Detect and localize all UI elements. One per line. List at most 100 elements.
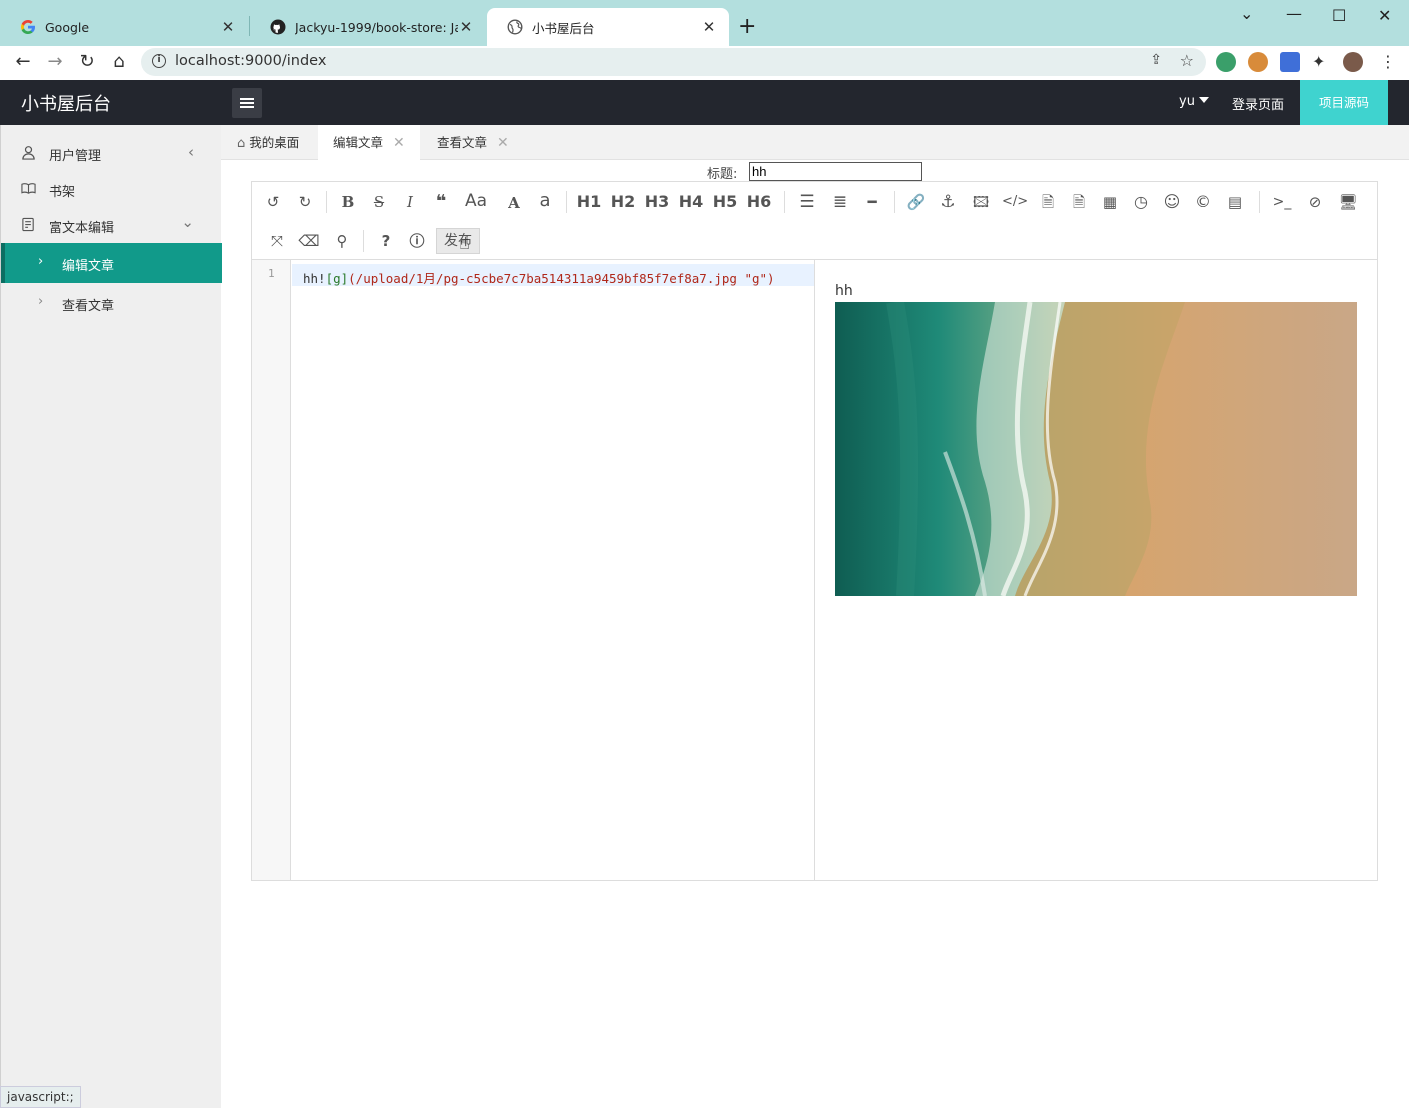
sidebar-item-rich-text[interactable]: 富文本编辑 ⌄ xyxy=(1,206,222,244)
publish-button[interactable]: 发布 xyxy=(436,228,480,254)
preview-image xyxy=(835,302,1357,596)
close-icon[interactable]: ✕ xyxy=(458,18,474,36)
menu-kebab-icon[interactable]: ⋮ xyxy=(1378,52,1398,72)
lowercase-icon[interactable]: a xyxy=(532,188,558,214)
close-icon[interactable]: ✕ xyxy=(497,135,509,151)
close-icon[interactable]: ✕ xyxy=(701,18,717,36)
code-image-alt: [g] xyxy=(325,271,349,286)
tab-edit-article[interactable]: 编辑文章 ✕ xyxy=(318,125,420,160)
info-icon[interactable]: ⓘ xyxy=(404,228,430,254)
browser-tab-google[interactable]: Google ✕ xyxy=(0,8,248,46)
github-icon xyxy=(270,19,286,35)
tab-view-article[interactable]: 查看文章 ✕ xyxy=(437,125,509,160)
chevron-down-icon: ⌄ xyxy=(181,213,194,231)
redo-icon[interactable]: ↻ xyxy=(292,189,318,215)
horizontal-rule-icon[interactable]: ━ xyxy=(859,189,885,215)
anchor-icon[interactable]: ⚓ xyxy=(935,189,961,215)
app-header: 小书屋后台 yu 登录页面 项目源码 xyxy=(0,80,1409,125)
close-icon[interactable]: ✕ xyxy=(393,135,405,151)
browser-tab-active[interactable]: 小书屋后台 ✕ xyxy=(487,8,729,46)
user-menu[interactable]: yu xyxy=(1179,94,1209,109)
unordered-list-icon[interactable]: ☰ xyxy=(794,189,820,215)
goto-line-icon[interactable]: >_ xyxy=(1269,189,1295,215)
heading-4-icon[interactable]: H4 xyxy=(678,189,704,215)
site-info-icon[interactable]: i xyxy=(152,54,166,68)
browser-tab-title: Google xyxy=(45,19,90,35)
editor-preview-divider xyxy=(814,260,815,880)
close-window-button[interactable]: ✕ xyxy=(1378,6,1391,25)
image-icon[interactable]: 🖾 xyxy=(968,189,994,215)
heading-2-icon[interactable]: H2 xyxy=(610,189,636,215)
bookmark-star-icon[interactable]: ☆ xyxy=(1180,51,1194,70)
bold-icon[interactable]: B xyxy=(335,189,361,215)
toolbar-divider xyxy=(894,191,895,213)
font-size-icon[interactable]: A xyxy=(501,190,527,216)
sidebar-subitem-view-article[interactable]: › 查看文章 xyxy=(1,283,222,323)
sidebar-item-users[interactable]: 用户管理 ‹ xyxy=(1,134,222,172)
profile-avatar[interactable] xyxy=(1343,52,1363,72)
pagebreak-icon[interactable]: ▤ xyxy=(1222,189,1248,215)
chevron-right-icon: › xyxy=(38,254,44,269)
inline-code-icon[interactable]: </> xyxy=(1002,189,1028,215)
markdown-source-line[interactable]: hh![g](/upload/1月/pg-c5cbe7c7ba514311a94… xyxy=(303,268,775,287)
source-code-button[interactable]: 项目源码 xyxy=(1300,80,1388,125)
maximize-button[interactable]: ☐ xyxy=(1332,6,1346,25)
extension-tiger-icon[interactable] xyxy=(1248,52,1268,72)
sidebar-item-label: 用户管理 xyxy=(49,149,102,164)
new-tab-button[interactable]: + xyxy=(738,14,756,39)
address-bar-row: ← → ↻ ⌂ i localhost:9000/index ⇪ ☆ ✦ ⋮ xyxy=(0,46,1409,80)
quote-icon[interactable]: ❝ xyxy=(428,189,454,215)
sidebar-item-bookshelf[interactable]: 书架 xyxy=(1,170,222,208)
browser-tab-github[interactable]: Jackyu-1999/book-store: Java ✕ xyxy=(250,8,486,46)
user-icon xyxy=(22,146,35,160)
toggle-preview-icon[interactable]: ⊘ xyxy=(1302,189,1328,215)
login-page-link[interactable]: 登录页面 xyxy=(1232,94,1284,113)
extensions-puzzle-icon[interactable]: ✦ xyxy=(1312,52,1332,72)
tab-label: 查看文章 xyxy=(437,135,488,150)
undo-icon[interactable]: ↺ xyxy=(260,189,286,215)
fullscreen-icon[interactable]: ⤧ xyxy=(264,228,290,254)
strikethrough-icon[interactable]: S xyxy=(366,189,392,215)
minimize-button[interactable]: — xyxy=(1286,4,1302,23)
omnibox[interactable]: i localhost:9000/index ⇪ ☆ xyxy=(141,48,1206,76)
html-entities-icon[interactable]: © xyxy=(1190,189,1216,215)
close-icon[interactable]: ✕ xyxy=(220,18,236,36)
forward-icon[interactable]: → xyxy=(44,51,66,73)
toolbar-divider xyxy=(326,191,327,213)
heading-3-icon[interactable]: H3 xyxy=(644,189,670,215)
search-icon[interactable]: ⚲ xyxy=(329,228,355,254)
extension-window-icon[interactable] xyxy=(1280,52,1300,72)
title-input[interactable] xyxy=(749,162,922,181)
globe-icon xyxy=(507,19,523,35)
google-icon xyxy=(21,20,35,34)
tab-search-icon[interactable]: ⌄ xyxy=(1240,4,1253,23)
book-icon xyxy=(21,183,36,194)
sidebar-subitem-edit-article[interactable]: › 编辑文章 xyxy=(1,243,222,283)
table-icon[interactable]: ▦ xyxy=(1097,189,1123,215)
tab-desktop[interactable]: ⌂ 我的桌面 xyxy=(237,125,299,160)
heading-6-icon[interactable]: H6 xyxy=(746,189,772,215)
extension-translate-icon[interactable] xyxy=(1216,52,1236,72)
title-label: 标题: xyxy=(707,167,738,182)
link-icon[interactable]: 🔗 xyxy=(903,189,929,215)
heading-5-icon[interactable]: H5 xyxy=(712,189,738,215)
reload-icon[interactable]: ↻ xyxy=(76,51,98,73)
emoji-icon[interactable]: ☺ xyxy=(1159,189,1185,215)
fullscreen-preview-icon[interactable]: 🖥 xyxy=(1335,189,1361,215)
browser-tab-title: Jackyu-1999/book-store: Java xyxy=(295,19,458,35)
back-icon[interactable]: ← xyxy=(12,51,34,73)
home-icon[interactable]: ⌂ xyxy=(108,51,130,73)
italic-icon[interactable]: I xyxy=(397,189,423,215)
tab-label: 我的桌面 xyxy=(249,135,300,150)
clear-icon[interactable]: ⌫ xyxy=(296,228,322,254)
heading-1-icon[interactable]: H1 xyxy=(576,189,602,215)
url-text[interactable]: localhost:9000/index xyxy=(175,53,326,69)
ordered-list-icon[interactable]: ≣ xyxy=(827,189,853,215)
uppercase-icon[interactable]: Aa xyxy=(463,188,489,214)
help-icon[interactable]: ? xyxy=(373,228,399,254)
menu-toggle-icon[interactable] xyxy=(232,88,262,118)
share-icon[interactable]: ⇪ xyxy=(1150,52,1162,68)
code-block-icon[interactable]: 🗎 xyxy=(1035,189,1061,215)
datetime-icon[interactable]: ◷ xyxy=(1128,189,1154,215)
preformatted-text-icon[interactable]: 🗎 xyxy=(1066,189,1092,215)
